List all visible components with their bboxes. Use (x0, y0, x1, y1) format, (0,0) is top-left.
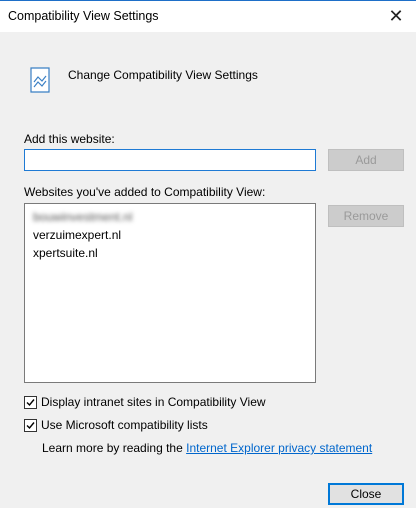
ms-lists-label: Use Microsoft compatibility lists (41, 418, 208, 432)
close-button[interactable]: Close (328, 483, 404, 505)
add-website-label: Add this website: (24, 132, 115, 146)
dialog-window: Compatibility View Settings ✕ Change Com… (0, 0, 416, 508)
websites-list[interactable]: bouwinvestment.nl verzuimexpert.nl xpert… (24, 203, 316, 383)
add-button[interactable]: Add (328, 149, 404, 171)
compatibility-view-icon (30, 67, 50, 93)
ms-lists-option[interactable]: Use Microsoft compatibility lists (24, 418, 208, 432)
learn-more: Learn more by reading the Internet Explo… (42, 441, 372, 455)
close-icon[interactable]: ✕ (384, 4, 408, 28)
intranet-option[interactable]: Display intranet sites in Compatibility … (24, 395, 266, 409)
window-title: Compatibility View Settings (8, 9, 159, 23)
title-bar: Compatibility View Settings ✕ (0, 1, 416, 32)
header-text: Change Compatibility View Settings (68, 68, 258, 82)
list-item[interactable]: bouwinvestment.nl (33, 210, 132, 224)
websites-label: Websites you've added to Compatibility V… (24, 185, 266, 199)
website-input[interactable] (24, 149, 316, 171)
intranet-checkbox[interactable] (24, 395, 37, 409)
list-item[interactable]: verzuimexpert.nl (33, 228, 121, 242)
privacy-statement-link[interactable]: Internet Explorer privacy statement (186, 441, 372, 455)
remove-button[interactable]: Remove (328, 205, 404, 227)
intranet-label: Display intranet sites in Compatibility … (41, 395, 266, 409)
ms-lists-checkbox[interactable] (24, 418, 37, 432)
learn-more-text: Learn more by reading the (42, 441, 183, 455)
list-item[interactable]: xpertsuite.nl (33, 246, 98, 260)
